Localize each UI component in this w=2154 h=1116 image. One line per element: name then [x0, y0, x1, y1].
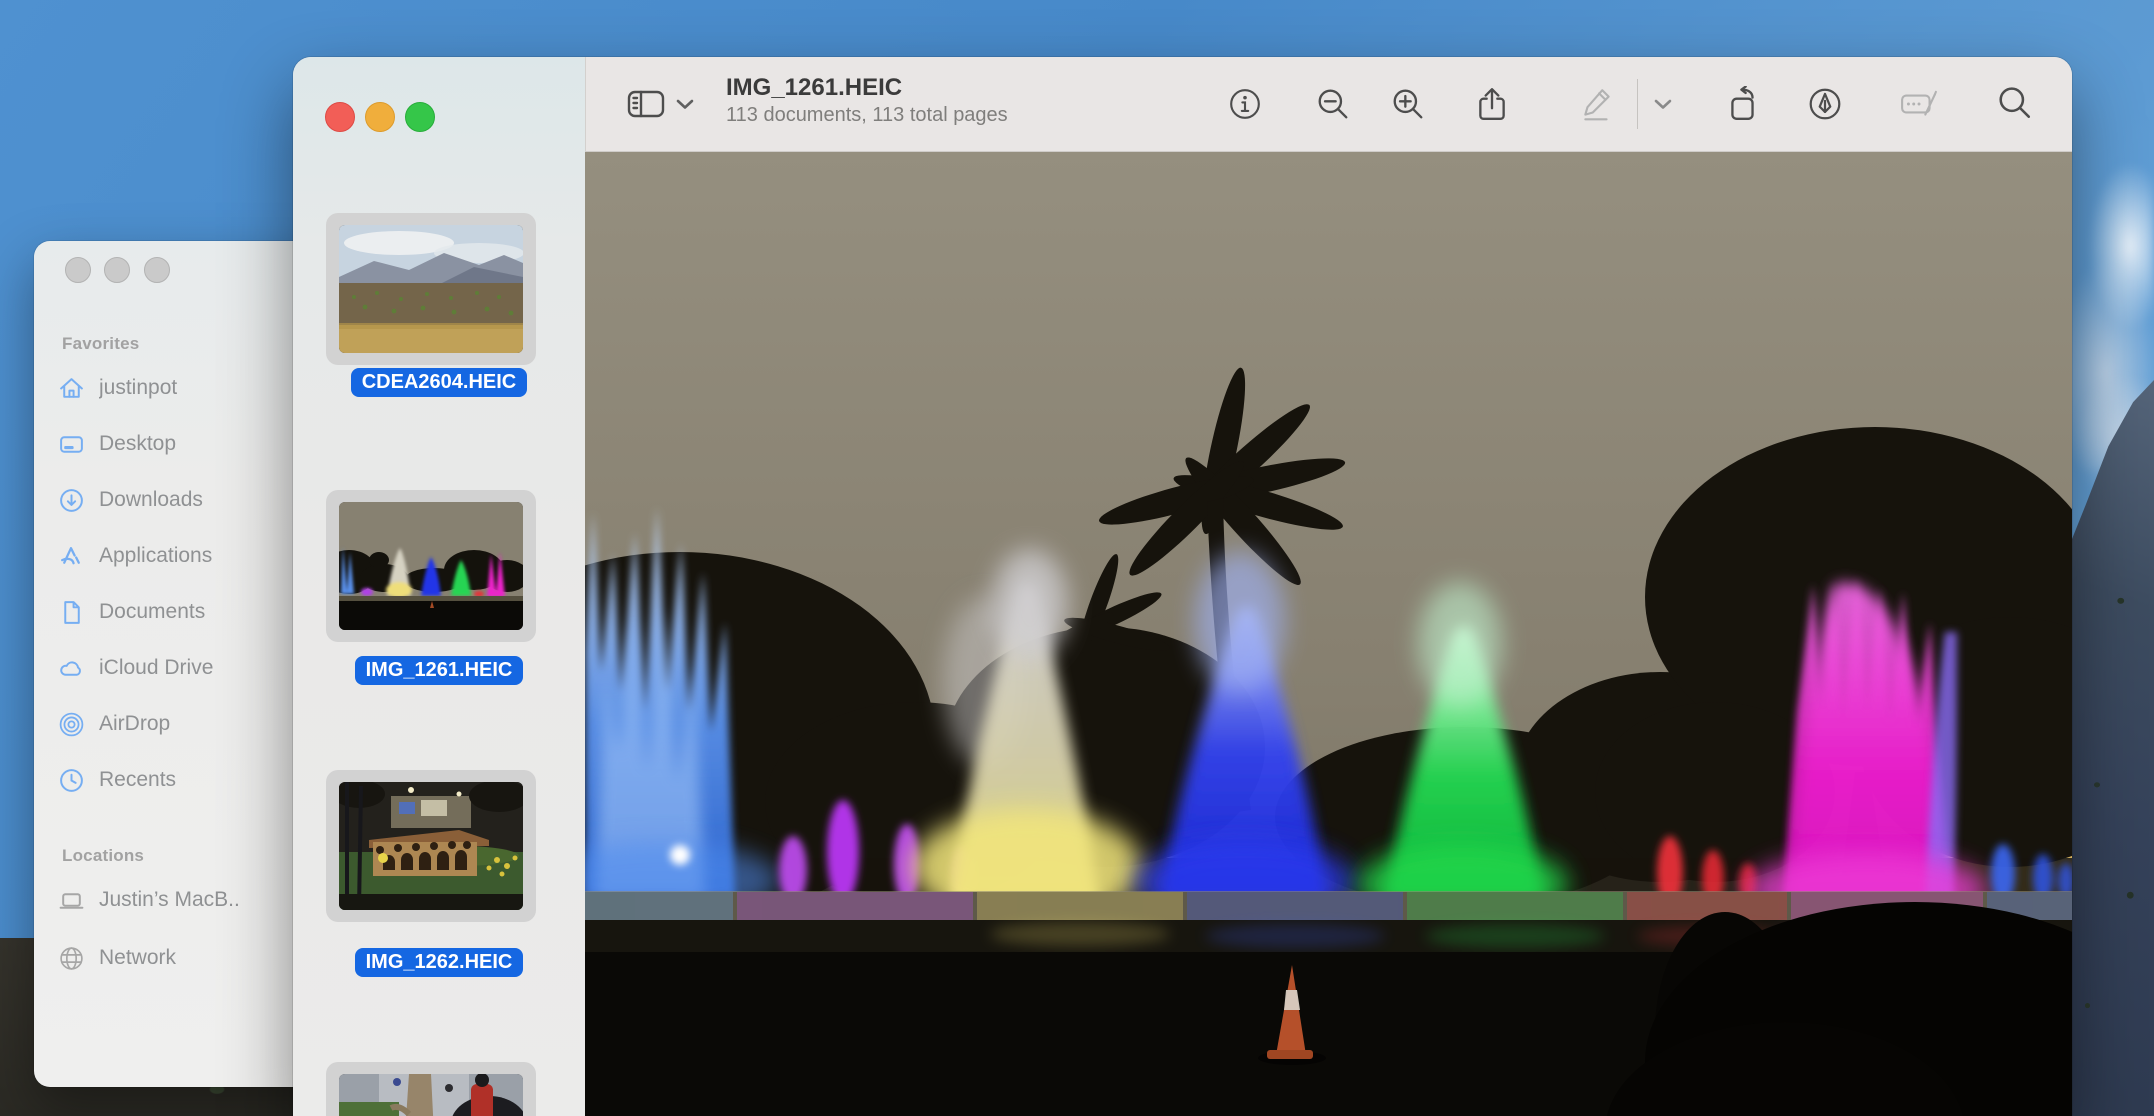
sidebar-item-label: AirDrop — [99, 712, 170, 736]
zoom-in-icon — [1391, 87, 1425, 121]
thumbnail-label: IMG_1262.HEIC — [293, 948, 585, 977]
rotate-left-button[interactable] — [1720, 81, 1766, 127]
markup-pencil-button[interactable] — [1574, 81, 1620, 127]
finder-zoom-button[interactable] — [144, 257, 170, 283]
share-icon — [1475, 86, 1509, 122]
preview-window[interactable]: CDEA2604.HEIC — [293, 57, 2072, 1116]
thumbnail-img1261[interactable] — [326, 490, 536, 642]
thumbnail-image-park2 — [339, 1074, 523, 1116]
photo-canvas — [585, 152, 2072, 1116]
sidebar-item-documents[interactable]: Documents — [58, 595, 288, 629]
airdrop-icon — [58, 711, 85, 738]
form-fill-button[interactable] — [1896, 81, 1942, 127]
draw-pen-icon — [1807, 86, 1843, 122]
sidebar-item-label: Documents — [99, 600, 205, 624]
markup-pencil-icon — [1580, 86, 1614, 122]
zoom-out-icon — [1316, 87, 1350, 121]
sidebar-toggle-button[interactable] — [623, 81, 669, 127]
sidebar-toggle-icon — [626, 88, 666, 120]
toolbar-divider — [1637, 79, 1638, 129]
markup-chevron[interactable] — [1649, 81, 1677, 127]
window-title: IMG_1261.HEIC — [726, 74, 1008, 102]
sidebar-item-justinpot[interactable]: justinpot — [58, 371, 288, 405]
home-icon — [58, 375, 85, 402]
sidebar-item-icloud-drive[interactable]: iCloud Drive — [58, 651, 288, 685]
close-button[interactable] — [325, 102, 355, 132]
draw-button[interactable] — [1802, 81, 1848, 127]
chevron-down-icon — [675, 98, 695, 110]
rotate-left-icon — [1725, 86, 1761, 122]
sidebar-item-justins-macbook[interactable]: Justin’s MacB.. — [58, 883, 288, 917]
sidebar-item-downloads[interactable]: Downloads — [58, 483, 288, 517]
desktop-icon — [58, 431, 85, 458]
clock-icon — [58, 767, 85, 794]
laptop-icon — [58, 887, 85, 914]
finder-locations-header: Locations — [62, 846, 144, 866]
sidebar-item-desktop[interactable]: Desktop — [58, 427, 288, 461]
window-subtitle: 113 documents, 113 total pages — [726, 102, 1008, 128]
share-button[interactable] — [1469, 81, 1515, 127]
minimize-button[interactable] — [365, 102, 395, 132]
finder-favorites-header: Favorites — [62, 334, 139, 354]
fountain-photo — [585, 152, 2072, 1116]
info-button[interactable] — [1222, 81, 1268, 127]
document-icon — [58, 599, 85, 626]
sidebar-item-label: Network — [99, 946, 176, 970]
app-store-icon — [58, 543, 85, 570]
thumbnail-label: CDEA2604.HEIC — [293, 368, 585, 397]
sidebar-item-label: iCloud Drive — [99, 656, 213, 680]
form-fill-icon — [1900, 87, 1938, 121]
sidebar-item-airdrop[interactable]: AirDrop — [58, 707, 288, 741]
finder-close-button[interactable] — [65, 257, 91, 283]
sidebar-view-chevron[interactable] — [671, 81, 699, 127]
sidebar-item-label: justinpot — [99, 376, 177, 400]
info-icon — [1228, 87, 1262, 121]
sidebar-item-label: Recents — [99, 768, 176, 792]
sidebar-item-network[interactable]: Network — [58, 941, 288, 975]
thumbnail-label: IMG_1261.HEIC — [293, 656, 585, 685]
zoom-in-button[interactable] — [1385, 81, 1431, 127]
thumbnail-image-park — [339, 782, 523, 910]
thumbnail-cdea2604[interactable] — [326, 213, 536, 365]
sidebar-item-recents[interactable]: Recents — [58, 763, 288, 797]
sidebar-item-applications[interactable]: Applications — [58, 539, 288, 573]
sidebar-item-label: Applications — [99, 544, 212, 568]
thumbnail-img1262[interactable] — [326, 770, 536, 922]
thumbnail-partial[interactable] — [326, 1062, 536, 1116]
search-button[interactable] — [1992, 81, 2038, 127]
window-title-block: IMG_1261.HEIC 113 documents, 113 total p… — [726, 74, 1008, 128]
chevron-down-icon — [1653, 98, 1673, 110]
fullscreen-button[interactable] — [405, 102, 435, 132]
sidebar-item-label: Downloads — [99, 488, 203, 512]
globe-icon — [58, 945, 85, 972]
search-icon — [1997, 86, 2033, 122]
sidebar-item-label: Desktop — [99, 432, 176, 456]
thumbnail-image-fountains — [339, 502, 523, 630]
download-circle-icon — [58, 487, 85, 514]
thumbnail-image-field — [339, 225, 523, 353]
cloud-icon — [58, 655, 85, 682]
finder-minimize-button[interactable] — [104, 257, 130, 283]
sidebar-item-label: Justin’s MacB.. — [99, 888, 240, 912]
zoom-out-button[interactable] — [1310, 81, 1356, 127]
preview-sidebar: CDEA2604.HEIC — [293, 57, 585, 1116]
